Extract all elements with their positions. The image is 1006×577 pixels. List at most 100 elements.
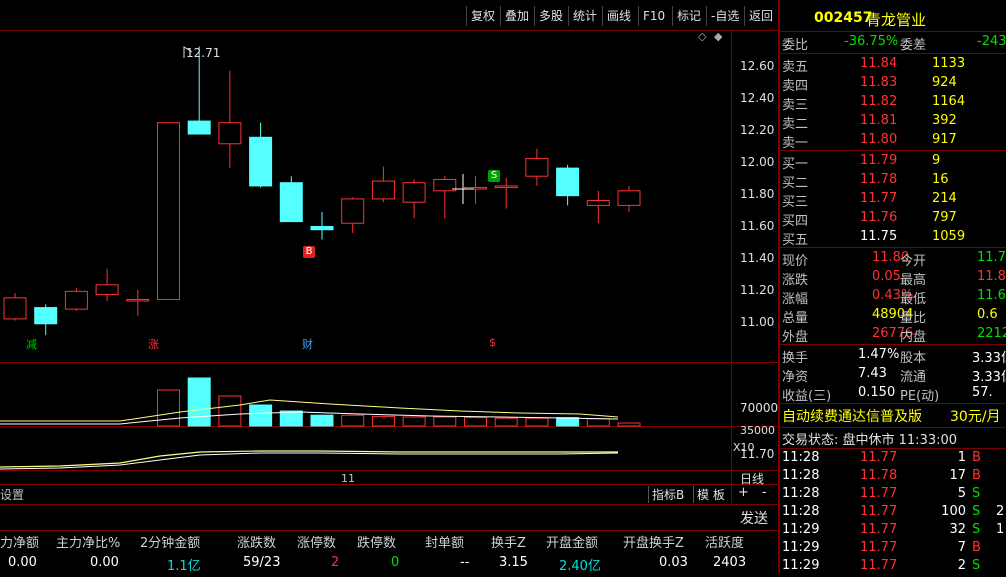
bid-volume: 797 xyxy=(932,210,957,225)
volume-bar xyxy=(402,416,426,427)
ad-price[interactable]: 30元/月 xyxy=(950,406,1001,426)
fund-value: 0.150 xyxy=(858,385,896,400)
candle xyxy=(64,288,88,311)
volume-tick-label: 35000 xyxy=(740,424,775,437)
candle xyxy=(187,46,211,135)
quote-label: 今开 xyxy=(900,254,927,269)
candle xyxy=(617,185,641,212)
kline-chart[interactable] xyxy=(0,0,731,484)
tick-price: 11.77 xyxy=(860,540,898,555)
ad-text[interactable]: 自动续费通达信普及版 xyxy=(782,406,922,426)
candle-body xyxy=(3,297,27,320)
bid-row: 买二 11.78 16 xyxy=(782,172,1006,191)
ask-price: 11.81 xyxy=(860,113,898,128)
y-tick-label: 11.00 xyxy=(740,315,775,329)
fund-label: PE(动) xyxy=(900,389,940,404)
candle xyxy=(525,148,549,186)
candle-body xyxy=(494,185,518,189)
zoom-out-button[interactable]: - xyxy=(762,485,767,500)
volume-tick-label: 70000 xyxy=(740,401,779,415)
candle-body xyxy=(249,136,273,187)
fund-value: 57. xyxy=(972,385,993,400)
fund-label: 换手 xyxy=(782,351,809,366)
candle-body xyxy=(218,122,242,145)
tick-price: 11.77 xyxy=(860,558,898,573)
quote-row: 外盘 26776 内盘 2212 xyxy=(782,326,1006,345)
tick-side: S xyxy=(972,522,981,537)
ask-row: 卖四 11.83 924 xyxy=(782,75,1006,94)
ask-label: 卖四 xyxy=(782,79,809,94)
volume-bar xyxy=(157,389,180,427)
fund-value: 7.43 xyxy=(858,366,887,381)
stat-header: 开盘金额 xyxy=(546,536,599,551)
stat-header: 涨停数 xyxy=(297,536,337,551)
volume-bar xyxy=(310,414,334,427)
candle xyxy=(3,292,27,321)
template-button[interactable]: 模 板 xyxy=(693,486,725,503)
candle-body xyxy=(617,190,641,206)
bid-volume: 214 xyxy=(932,191,957,206)
tick-volume: 7 xyxy=(957,540,966,555)
zoom-in-button[interactable]: + xyxy=(738,485,749,500)
fundamentals-row: 换手 1.47%股本 3.33亿 xyxy=(782,347,1006,366)
stat-value: 2 xyxy=(331,555,340,570)
tick-price: 11.77 xyxy=(860,450,898,465)
trade-status-text: 交易状态: 盘中休市 11:33:00 xyxy=(782,433,958,448)
bid-label: 买四 xyxy=(782,214,809,229)
bid-volume: 16 xyxy=(932,172,949,187)
indicator-tick-label: 11.70 xyxy=(740,447,775,461)
stock-name[interactable]: 青龙管业 xyxy=(866,9,926,30)
tick-time: 11:29 xyxy=(782,558,820,573)
candle-body xyxy=(525,157,549,177)
bid-price: 11.77 xyxy=(860,191,898,206)
tick-side: S xyxy=(972,558,981,573)
volume-bar xyxy=(341,414,365,427)
ask-volume: 924 xyxy=(932,75,957,90)
indicator-button[interactable]: 指标B xyxy=(648,486,684,503)
ask-volume: 392 xyxy=(932,113,957,128)
fund-label: 流通 xyxy=(900,370,927,385)
quote-label: 涨跌 xyxy=(782,273,809,288)
fund-label: 收益(三) xyxy=(782,389,832,404)
ask-price: 11.83 xyxy=(860,75,898,90)
ask-row: 卖一 11.80 917 xyxy=(782,132,1006,151)
stat-value: 0.00 xyxy=(90,555,119,570)
candle-body xyxy=(126,298,150,302)
candle xyxy=(279,176,303,223)
y-tick-label: 12.60 xyxy=(740,59,775,73)
volume-bar xyxy=(187,377,211,427)
command-row xyxy=(0,504,778,531)
bid-label: 买一 xyxy=(782,157,809,172)
quote-value: 0.05 xyxy=(872,269,901,284)
candle-body xyxy=(371,180,395,200)
tick-row: 11:28 11.77 5 S xyxy=(782,486,1006,505)
bid-price: 11.79 xyxy=(860,153,898,168)
candle xyxy=(433,176,457,219)
bid-label: 买三 xyxy=(782,195,809,210)
bid-row: 买四 11.76 797 xyxy=(782,210,1006,229)
quote-label: 内盘 xyxy=(900,330,927,345)
ask-row: 卖三 11.82 1164 xyxy=(782,94,1006,113)
quote-value: 11.7 xyxy=(977,250,1006,265)
quote-value: 0.6 xyxy=(977,307,998,322)
volume-bar xyxy=(433,416,457,427)
tick-price: 11.77 xyxy=(860,486,898,501)
chart-area[interactable]: 复权 叠加 多股 统计 画线 F10 标记 -自选 返回 ◇ ◆ 12.60 1… xyxy=(0,0,778,503)
volume-bar xyxy=(279,410,303,427)
fund-value: 3.33亿 xyxy=(972,370,1006,385)
bid-price: 11.76 xyxy=(860,210,898,225)
candle xyxy=(126,289,150,316)
stock-code: 002457 xyxy=(814,10,873,26)
candle xyxy=(556,164,580,206)
settings-button[interactable]: 设置 xyxy=(0,486,24,503)
ad-banner[interactable]: 自动续费通达信普及版 30元/月 xyxy=(782,406,1006,428)
high-annotation-line xyxy=(183,46,193,58)
back-button[interactable]: 返回 xyxy=(744,6,777,26)
tick-side: B xyxy=(972,450,981,465)
send-button[interactable]: 发送 xyxy=(740,508,768,528)
volume-bar xyxy=(249,404,273,427)
bid-price: 11.78 xyxy=(860,172,898,187)
stat-value: 2.40亿 xyxy=(559,559,601,574)
candle xyxy=(464,176,487,204)
ask-volume: 1133 xyxy=(932,56,966,71)
